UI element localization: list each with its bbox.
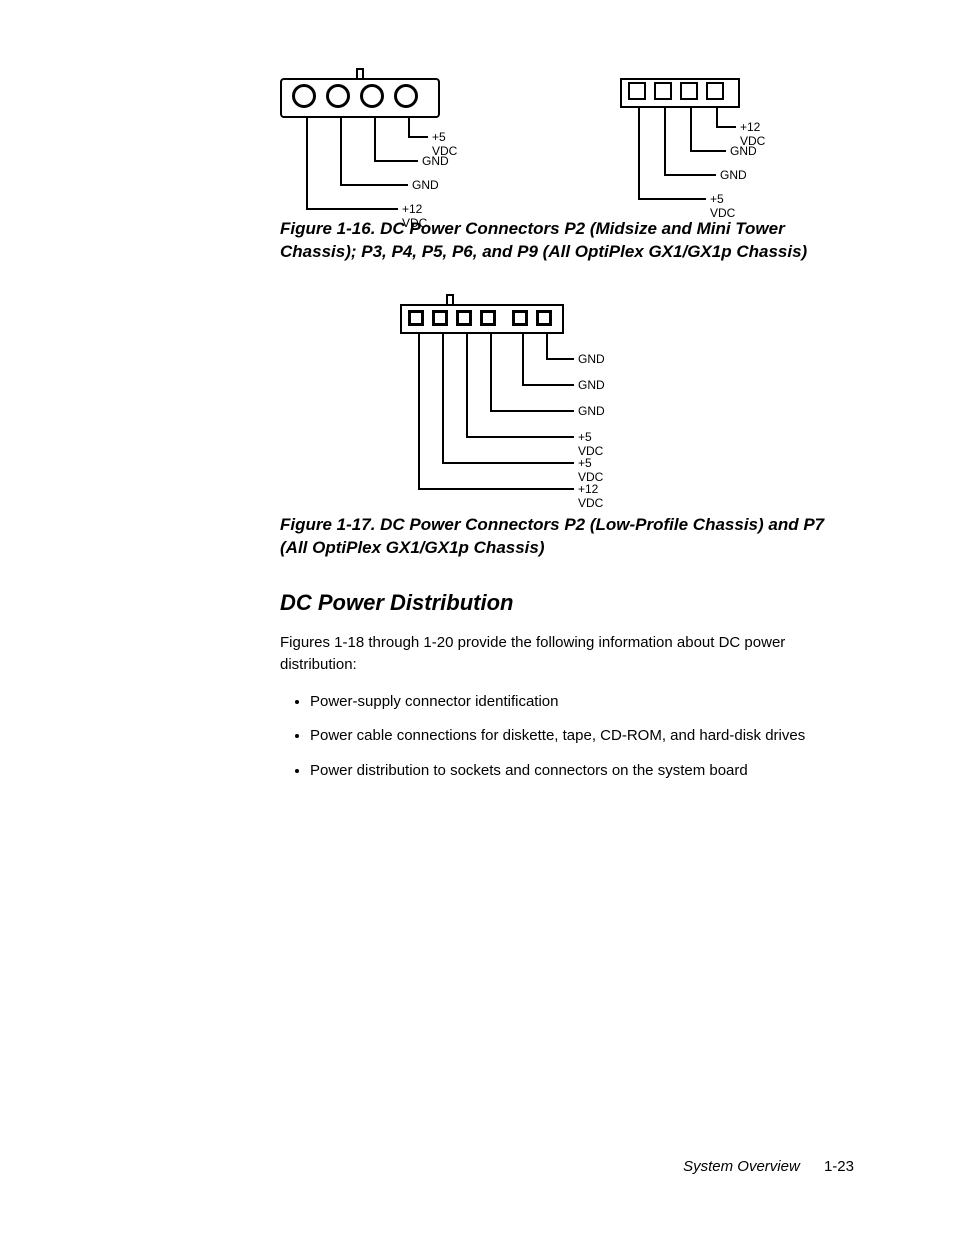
molex-pin2-label: GND bbox=[412, 178, 439, 192]
figure-1-17-connector: GND GND GND +5 VDC +5 VDC +12 VDC bbox=[400, 294, 580, 494]
floppy-pin2-label: GND bbox=[720, 168, 747, 182]
bullet-list: Power-supply connector identification Po… bbox=[310, 691, 854, 783]
p7-pin2-label: +5 VDC bbox=[578, 456, 603, 484]
figure-1-16-connectors: +5 VDC GND GND +12 VDC +12 VDC GND GND +… bbox=[280, 68, 854, 198]
molex-pin3-label: GND bbox=[422, 154, 449, 168]
p7-pin5-label: GND bbox=[578, 378, 605, 392]
figure-1-16-caption: Figure 1-16. DC Power Connectors P2 (Mid… bbox=[280, 218, 854, 264]
section-heading: DC Power Distribution bbox=[280, 590, 854, 616]
p7-pin1-label: +12 VDC bbox=[578, 482, 603, 510]
p7-pin6-label: GND bbox=[578, 352, 605, 366]
footer-page-number: 1-23 bbox=[824, 1158, 854, 1175]
p7-pin4-label: GND bbox=[578, 404, 605, 418]
footer-title: System Overview bbox=[683, 1158, 800, 1175]
figure-1-17-caption: Figure 1-17. DC Power Connectors P2 (Low… bbox=[280, 514, 854, 560]
p7-pin3-label: +5 VDC bbox=[578, 430, 603, 458]
intro-paragraph: Figures 1-18 through 1-20 provide the fo… bbox=[280, 632, 854, 677]
connector-floppy: +12 VDC GND GND +5 VDC bbox=[620, 68, 750, 198]
floppy-pin1-label: +5 VDC bbox=[710, 192, 750, 220]
list-item: Power-supply connector identification bbox=[310, 691, 854, 714]
page-footer: System Overview 1-23 bbox=[683, 1158, 854, 1175]
list-item: Power distribution to sockets and connec… bbox=[310, 760, 854, 783]
molex-pin1-label: +12 VDC bbox=[402, 202, 440, 230]
floppy-pin3-label: GND bbox=[730, 144, 757, 158]
connector-molex: +5 VDC GND GND +12 VDC bbox=[280, 68, 440, 198]
list-item: Power cable connections for diskette, ta… bbox=[310, 725, 854, 748]
